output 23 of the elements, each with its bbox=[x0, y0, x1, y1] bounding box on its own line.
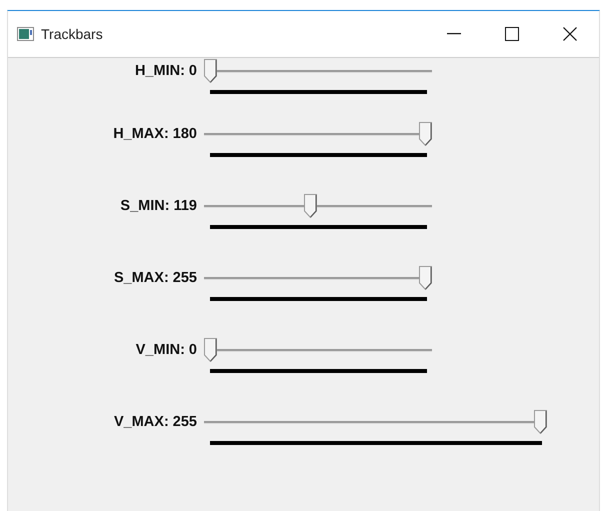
trackbar-label: H_MIN: 0 bbox=[134, 63, 197, 79]
close-icon bbox=[563, 27, 577, 41]
trackbar-label: H_MAX: 180 bbox=[112, 126, 197, 142]
slider-thumb[interactable] bbox=[204, 59, 217, 83]
window-icon bbox=[17, 27, 34, 41]
minimize-icon bbox=[447, 33, 461, 35]
slider[interactable] bbox=[204, 59, 432, 83]
slider-thumb[interactable] bbox=[419, 122, 432, 146]
slider-thumb[interactable] bbox=[534, 410, 547, 434]
slider-thumb[interactable] bbox=[204, 338, 217, 362]
slider-thumb[interactable] bbox=[304, 194, 318, 218]
trackbar-label: V_MAX: 255 bbox=[112, 414, 197, 430]
window-title: Trackbars bbox=[41, 26, 103, 42]
slider[interactable] bbox=[204, 410, 547, 434]
trackbar-label: S_MIN: 119 bbox=[119, 198, 197, 214]
trackbar-label: V_MIN: 0 bbox=[134, 342, 197, 358]
trackbar-label: S_MAX: 255 bbox=[112, 270, 197, 286]
slider[interactable] bbox=[204, 338, 432, 362]
maximize-icon bbox=[505, 27, 519, 41]
slider[interactable] bbox=[204, 266, 432, 290]
slider[interactable] bbox=[204, 194, 432, 218]
slider-thumb[interactable] bbox=[419, 266, 432, 290]
slider[interactable] bbox=[204, 122, 432, 146]
